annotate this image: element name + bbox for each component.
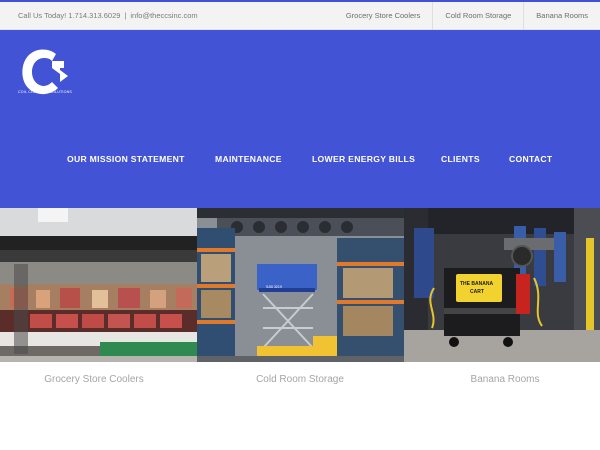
caption-grocery-store-coolers[interactable]: Grocery Store Coolers: [44, 374, 143, 385]
top-links: Grocery Store Coolers Cold Room Storage …: [334, 2, 600, 30]
site-header: C COIL CLEANING SOLUTIONS OUR MISSION ST…: [0, 30, 600, 208]
top-bar: Call Us Today! 1.714.313.6029 | info@thecc…: [0, 0, 600, 30]
banana-cart-sign-line1: THE BANANA: [460, 281, 493, 287]
banana-rooms-image[interactable]: THE BANANA CART: [404, 208, 600, 362]
top-link-grocery-store-coolers[interactable]: Grocery Store Coolers: [334, 2, 433, 30]
banana-cart-sign-line2: CART: [470, 289, 484, 295]
caption-cold-room-storage[interactable]: Cold Room Storage: [256, 374, 344, 385]
nav-contact[interactable]: CONTACT: [509, 154, 552, 164]
gallery-captions: Grocery Store Coolers Cold Room Storage …: [0, 374, 600, 390]
lift-label: SJIII 3219: [266, 285, 282, 289]
top-link-cold-room-storage[interactable]: Cold Room Storage: [432, 2, 523, 30]
caption-banana-rooms[interactable]: Banana Rooms: [471, 374, 540, 385]
service-gallery: SJIII 3219 THE BANANA CART: [0, 208, 600, 362]
contact-separator: |: [124, 11, 127, 20]
nav-maintenance[interactable]: MAINTENANCE: [215, 154, 282, 164]
nav-clients[interactable]: CLIENTS: [441, 154, 480, 164]
nav-mission-statement[interactable]: OUR MISSION STATEMENT: [67, 154, 185, 164]
cold-room-storage-image[interactable]: SJIII 3219: [197, 208, 404, 362]
grocery-store-coolers-image[interactable]: [0, 208, 197, 362]
logo-letter: C: [40, 68, 46, 78]
logo-tagline: COIL CLEANING SOLUTIONS: [18, 90, 72, 94]
main-nav: OUR MISSION STATEMENT MAINTENANCE LOWER …: [0, 154, 600, 168]
email-link[interactable]: info@theccsinc.com: [130, 11, 197, 20]
top-link-banana-rooms[interactable]: Banana Rooms: [523, 2, 600, 30]
phone-text: Call Us Today! 1.714.313.6029: [18, 11, 121, 20]
contact-info: Call Us Today! 1.714.313.6029 | info@thecc…: [18, 11, 198, 20]
nav-lower-energy-bills[interactable]: LOWER ENERGY BILLS: [312, 154, 415, 164]
